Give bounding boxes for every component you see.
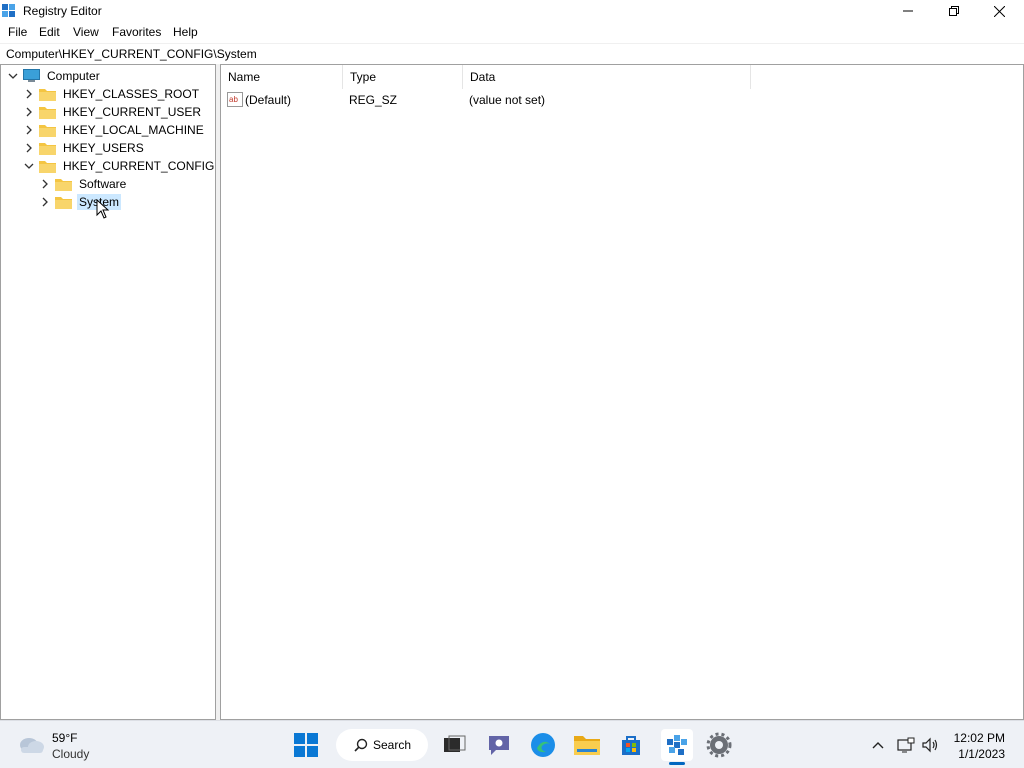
settings-button[interactable] bbox=[703, 729, 735, 761]
chevron-right-icon[interactable] bbox=[23, 106, 35, 118]
folder-icon bbox=[39, 88, 56, 101]
table-row[interactable]: ab (Default) REG_SZ (value not set) bbox=[221, 90, 751, 110]
weather-condition[interactable]: Cloudy bbox=[52, 747, 89, 761]
folder-icon bbox=[39, 106, 56, 119]
network-button[interactable] bbox=[893, 729, 919, 761]
cloudy-icon bbox=[20, 738, 44, 753]
chat-icon bbox=[489, 736, 509, 755]
chevron-right-icon[interactable] bbox=[23, 88, 35, 100]
tree-label: HKEY_CURRENT_USER bbox=[63, 105, 202, 119]
value-name: (Default) bbox=[245, 93, 292, 107]
folder-icon bbox=[55, 178, 72, 191]
tree-item-hkey-local-machine[interactable]: HKEY_LOCAL_MACHINE bbox=[23, 121, 206, 139]
mouse-cursor-icon bbox=[96, 199, 110, 219]
chevron-right-icon[interactable] bbox=[23, 124, 35, 136]
address-path[interactable]: Computer\HKEY_CURRENT_CONFIG\System bbox=[6, 47, 257, 61]
tree-item-software[interactable]: Software bbox=[39, 175, 128, 193]
search-icon bbox=[354, 738, 368, 752]
store-button[interactable] bbox=[615, 729, 647, 761]
active-app-indicator bbox=[669, 762, 685, 765]
menu-bar: File Edit View Favorites Help bbox=[0, 22, 1024, 42]
folder-icon bbox=[55, 196, 72, 209]
title-bar: Registry Editor bbox=[0, 0, 1024, 22]
restore-icon bbox=[949, 6, 959, 16]
registry-editor-icon bbox=[2, 4, 15, 17]
volume-icon bbox=[922, 737, 938, 753]
string-value-icon: ab bbox=[227, 92, 243, 107]
chevron-down-icon[interactable] bbox=[7, 70, 19, 82]
column-header-name[interactable]: Name bbox=[221, 65, 343, 89]
tree-item-computer[interactable]: Computer bbox=[7, 67, 102, 85]
key-tree-pane[interactable]: Computer HKEY_CLASSES_ROOT HKEY_CURRENT_… bbox=[0, 64, 216, 720]
task-view-icon bbox=[444, 735, 466, 752]
tree-item-hkey-classes-root[interactable]: HKEY_CLASSES_ROOT bbox=[23, 85, 201, 103]
restore-button[interactable] bbox=[931, 0, 977, 22]
close-icon bbox=[993, 5, 1005, 17]
folder-icon bbox=[39, 124, 56, 137]
values-list-pane[interactable]: Name Type Data ab (Default) REG_SZ (valu… bbox=[220, 64, 1024, 720]
tree-label: HKEY_LOCAL_MACHINE bbox=[63, 123, 204, 137]
value-type: REG_SZ bbox=[349, 93, 398, 107]
edge-button[interactable] bbox=[527, 729, 559, 761]
task-view-button[interactable] bbox=[439, 729, 471, 761]
file-explorer-button[interactable] bbox=[571, 729, 603, 761]
chevron-right-icon[interactable] bbox=[23, 142, 35, 154]
search-label: Search bbox=[373, 738, 412, 752]
tree-label: HKEY_USERS bbox=[63, 141, 144, 155]
column-header-type[interactable]: Type bbox=[343, 65, 463, 89]
chat-button[interactable] bbox=[483, 729, 515, 761]
clock-date[interactable]: 1/1/2023 bbox=[958, 747, 1005, 761]
show-hidden-icons-button[interactable] bbox=[863, 729, 893, 761]
folder-icon bbox=[39, 160, 56, 173]
volume-button[interactable] bbox=[919, 729, 943, 761]
tree-item-hkey-current-config[interactable]: HKEY_CURRENT_CONFIG bbox=[23, 157, 216, 175]
settings-icon bbox=[706, 732, 732, 758]
tree-item-hkey-users[interactable]: HKEY_USERS bbox=[23, 139, 146, 157]
chevron-right-icon[interactable] bbox=[39, 178, 51, 190]
network-icon bbox=[897, 737, 915, 753]
tree-label: HKEY_CLASSES_ROOT bbox=[63, 87, 200, 101]
folder-icon bbox=[39, 142, 56, 155]
start-icon bbox=[294, 733, 318, 757]
menu-file[interactable]: File bbox=[8, 25, 27, 39]
chevron-up-icon bbox=[872, 742, 884, 749]
computer-icon bbox=[23, 69, 40, 82]
tree-label: HKEY_CURRENT_CONFIG bbox=[63, 159, 215, 173]
svg-text:ab: ab bbox=[229, 95, 238, 104]
menu-help[interactable]: Help bbox=[173, 25, 198, 39]
taskbar-search-button[interactable]: Search bbox=[336, 729, 428, 761]
tree-label: Software bbox=[79, 177, 127, 191]
tree-label-computer: Computer bbox=[47, 69, 100, 83]
registry-editor-icon bbox=[667, 735, 687, 755]
minimize-icon bbox=[903, 10, 913, 12]
address-bar[interactable]: Computer\HKEY_CURRENT_CONFIG\System bbox=[0, 43, 1024, 63]
menu-favorites[interactable]: Favorites bbox=[112, 25, 161, 39]
menu-edit[interactable]: Edit bbox=[39, 25, 60, 39]
start-button[interactable] bbox=[290, 729, 322, 761]
edge-icon bbox=[531, 733, 555, 757]
file-explorer-icon bbox=[574, 736, 600, 755]
value-data: (value not set) bbox=[469, 93, 546, 107]
chevron-down-icon[interactable] bbox=[23, 160, 35, 172]
close-button[interactable] bbox=[976, 0, 1022, 22]
chevron-right-icon[interactable] bbox=[39, 196, 51, 208]
minimize-button[interactable] bbox=[885, 0, 931, 22]
store-icon bbox=[622, 736, 640, 755]
tree-item-hkey-current-user[interactable]: HKEY_CURRENT_USER bbox=[23, 103, 203, 121]
menu-view[interactable]: View bbox=[73, 25, 99, 39]
window-title: Registry Editor bbox=[23, 4, 102, 18]
column-header-data[interactable]: Data bbox=[463, 65, 751, 89]
weather-temperature[interactable]: 59°F bbox=[52, 731, 77, 745]
registry-editor-taskbar-button[interactable] bbox=[661, 729, 693, 761]
clock-time[interactable]: 12:02 PM bbox=[954, 731, 1005, 745]
taskbar: 59°F Cloudy Search 12:02 PM 1/1/2023 bbox=[0, 720, 1024, 768]
